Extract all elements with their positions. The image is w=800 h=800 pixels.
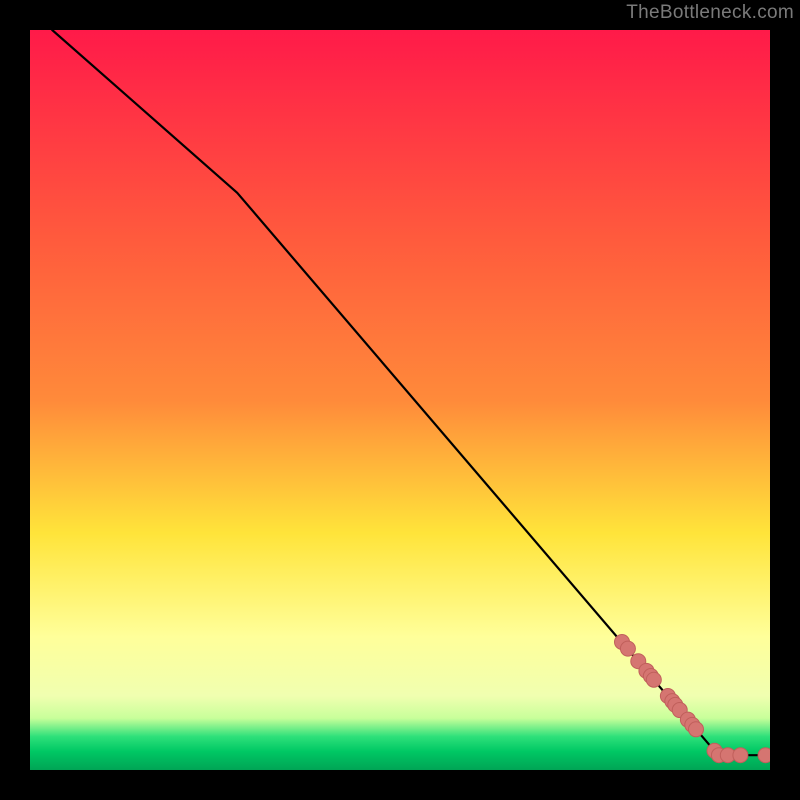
data-point <box>646 672 661 687</box>
plot-area <box>30 30 770 770</box>
data-point <box>758 748 770 763</box>
chart-container: TheBottleneck.com <box>0 0 800 800</box>
chart-svg <box>30 30 770 770</box>
data-point <box>733 748 748 763</box>
attribution-watermark: TheBottleneck.com <box>626 2 794 24</box>
data-point <box>689 722 704 737</box>
data-point <box>620 641 635 656</box>
